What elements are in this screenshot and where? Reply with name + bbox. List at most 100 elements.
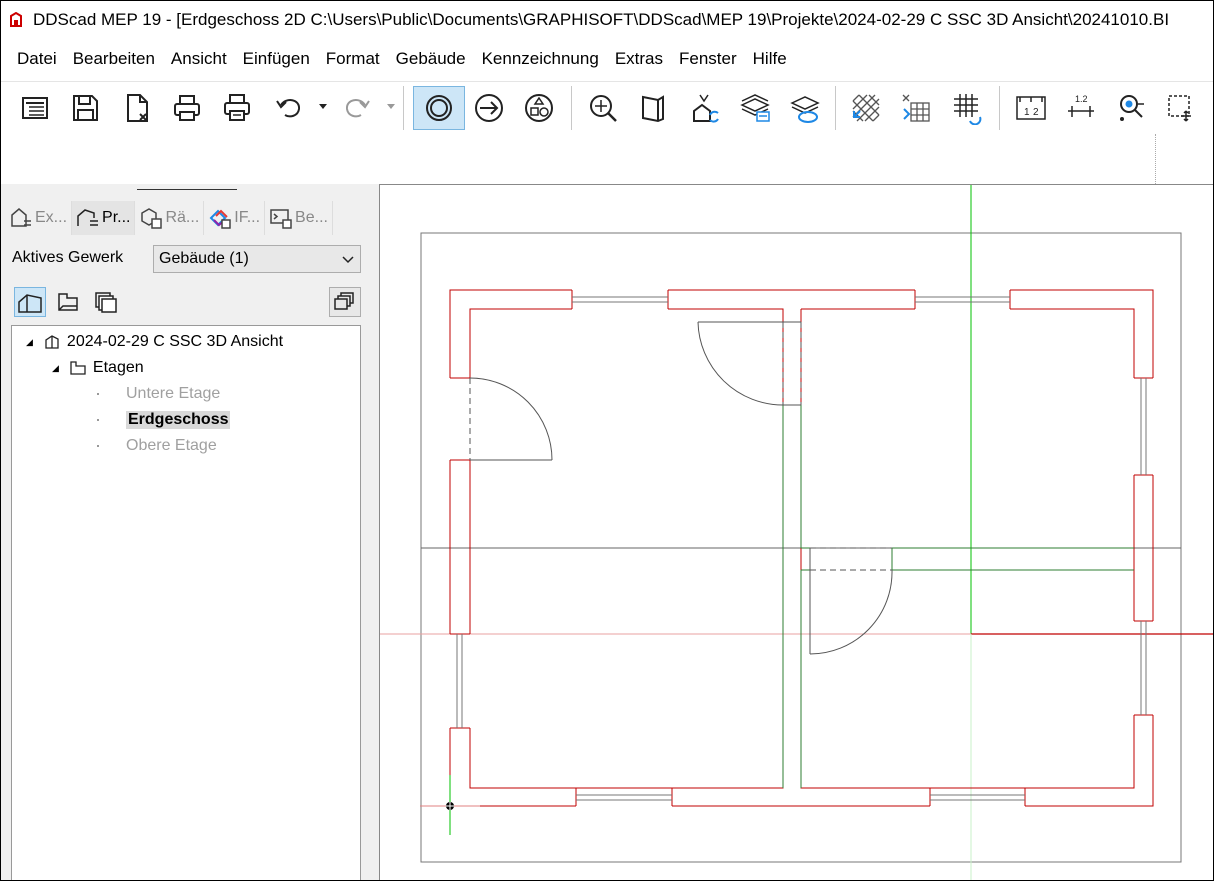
tree-project-node[interactable]: ◢ 2024-02-29 C SSC 3D Ansicht bbox=[26, 330, 283, 354]
main-toolbar: 12 1.2 bbox=[1, 81, 1213, 135]
menu-gebaeude[interactable]: Gebäude bbox=[388, 39, 474, 79]
project-tree: ◢ 2024-02-29 C SSC 3D Ansicht ◢ Etagen U… bbox=[11, 325, 361, 880]
inner-walls bbox=[782, 405, 1134, 788]
hatch-icon[interactable] bbox=[844, 86, 888, 130]
tree-connector bbox=[97, 445, 99, 447]
tab-explorer[interactable]: Ex... bbox=[5, 201, 73, 235]
menu-ansicht[interactable]: Ansicht bbox=[163, 39, 235, 79]
toolbar-separator bbox=[403, 86, 404, 130]
svg-text:1: 1 bbox=[1024, 107, 1030, 118]
floor-plan-icon bbox=[70, 361, 86, 375]
windows-icon bbox=[334, 292, 354, 310]
ddscad-logo-icon bbox=[7, 11, 25, 29]
stack-icon bbox=[95, 292, 117, 313]
active-trade-select[interactable]: Gebäude (1) bbox=[153, 245, 361, 273]
svg-text:1.2: 1.2 bbox=[1075, 94, 1088, 104]
tree-floor-label: Untere Etage bbox=[126, 385, 221, 402]
collapse-all-button[interactable] bbox=[329, 287, 361, 317]
tab-explorer-label: Ex... bbox=[35, 209, 68, 226]
tree-folder-label: Etagen bbox=[92, 359, 144, 376]
house-list-icon bbox=[11, 208, 31, 227]
toolbar-separator bbox=[571, 86, 572, 130]
title-bar: DDScad MEP 19 - [Erdgeschoss 2D C:\Users… bbox=[1, 1, 1213, 39]
menu-bearbeiten[interactable]: Bearbeiten bbox=[65, 39, 163, 79]
tab-rooms-label: Rä... bbox=[165, 209, 200, 226]
tab-ifc[interactable]: IF... bbox=[204, 201, 266, 235]
select-mode-icon[interactable] bbox=[413, 86, 465, 130]
menu-bar: Datei Bearbeiten Ansicht Einfügen Format… bbox=[1, 39, 1213, 79]
tab-rooms[interactable]: Rä... bbox=[135, 201, 205, 235]
expanded-triangle-icon[interactable]: ◢ bbox=[52, 363, 59, 374]
undo-dropdown-icon[interactable] bbox=[318, 102, 328, 112]
arrow-right-icon[interactable] bbox=[467, 86, 511, 130]
zoom-icon[interactable] bbox=[581, 86, 625, 130]
console-icon bbox=[270, 209, 292, 229]
menu-format[interactable]: Format bbox=[318, 39, 388, 79]
menu-einfuegen[interactable]: Einfügen bbox=[235, 39, 318, 79]
expanded-triangle-icon[interactable]: ◢ bbox=[26, 337, 33, 348]
tree-floor-node-selected[interactable]: Erdgeschoss bbox=[126, 408, 231, 432]
building-sync-icon[interactable] bbox=[683, 86, 727, 130]
active-trade-value: Gebäude (1) bbox=[159, 250, 249, 267]
building-icon bbox=[45, 335, 59, 349]
svg-text:2: 2 bbox=[1033, 107, 1039, 118]
tab-commands-label: Be... bbox=[295, 209, 328, 226]
tab-project[interactable]: Pr... bbox=[72, 201, 136, 235]
floor-plan-icon bbox=[58, 293, 78, 311]
properties-icon[interactable] bbox=[13, 86, 57, 130]
undo-icon[interactable] bbox=[267, 86, 311, 130]
active-trade-label: Aktives Gewerk bbox=[12, 249, 124, 266]
app-window: DDScad MEP 19 - [Erdgeschoss 2D C:\Users… bbox=[0, 0, 1214, 881]
redo-icon[interactable] bbox=[335, 86, 379, 130]
panel-tabs: Ex... Pr... Rä... IF... Be... bbox=[5, 201, 333, 235]
building-view-button[interactable] bbox=[14, 287, 46, 317]
toolbar-separator bbox=[835, 86, 836, 130]
tree-folder-node[interactable]: ◢ Etagen bbox=[52, 356, 144, 380]
tab-project-label: Pr... bbox=[102, 209, 131, 226]
floor-plan-drawing[interactable] bbox=[380, 185, 1214, 881]
shapes-icon[interactable] bbox=[517, 86, 561, 130]
tab-commands[interactable]: Be... bbox=[265, 201, 333, 235]
point-snap-icon[interactable] bbox=[1109, 86, 1153, 130]
tree-floor-label: Obere Etage bbox=[126, 437, 217, 454]
menu-datei[interactable]: Datei bbox=[9, 39, 65, 79]
menu-fenster[interactable]: Fenster bbox=[671, 39, 745, 79]
save-icon[interactable] bbox=[63, 86, 107, 130]
drawing-canvas[interactable] bbox=[379, 184, 1214, 881]
floor-view-button[interactable] bbox=[52, 287, 84, 317]
redo-dropdown-icon[interactable] bbox=[386, 102, 396, 112]
cube-list-icon bbox=[141, 208, 163, 229]
tree-project-label: 2024-02-29 C SSC 3D Ansicht bbox=[66, 333, 284, 350]
tree-floor-label: Erdgeschoss bbox=[126, 411, 231, 429]
view-3d-icon[interactable] bbox=[631, 86, 675, 130]
toolbar-grip[interactable] bbox=[1155, 134, 1156, 184]
dimension-icon[interactable]: 12 bbox=[1009, 86, 1053, 130]
tree-floor-node[interactable]: Obere Etage bbox=[126, 434, 217, 458]
tree-connector bbox=[97, 419, 99, 421]
grid-icon[interactable] bbox=[945, 86, 989, 130]
print-preview-icon[interactable] bbox=[215, 86, 259, 130]
tree-floor-node[interactable]: Untere Etage bbox=[126, 382, 220, 406]
building-view-icon bbox=[18, 294, 42, 313]
ifc-icon bbox=[209, 209, 232, 229]
print-icon[interactable] bbox=[165, 86, 209, 130]
toolbar-separator bbox=[999, 86, 1000, 130]
menu-hilfe[interactable]: Hilfe bbox=[745, 39, 795, 79]
doors bbox=[469, 321, 893, 655]
layers-visible-icon[interactable] bbox=[783, 86, 827, 130]
selection-icon[interactable] bbox=[1159, 86, 1203, 130]
close-file-icon[interactable] bbox=[115, 86, 159, 130]
menu-extras[interactable]: Extras bbox=[607, 39, 671, 79]
tab-ifc-label: IF... bbox=[234, 209, 261, 226]
tree-connector bbox=[97, 393, 99, 395]
window-title: DDScad MEP 19 - [Erdgeschoss 2D C:\Users… bbox=[33, 10, 1170, 29]
layers-icon[interactable] bbox=[733, 86, 777, 130]
measure-icon[interactable]: 1.2 bbox=[1059, 86, 1103, 130]
panel-splitter[interactable] bbox=[137, 189, 237, 190]
building-icon bbox=[77, 209, 99, 226]
chevron-down-icon bbox=[342, 252, 354, 270]
menu-kennzeichnung[interactable]: Kennzeichnung bbox=[474, 39, 607, 79]
layers-view-button[interactable] bbox=[90, 287, 122, 317]
ribbon-empty-area bbox=[1, 134, 1213, 184]
grid-snap-icon[interactable] bbox=[894, 86, 938, 130]
